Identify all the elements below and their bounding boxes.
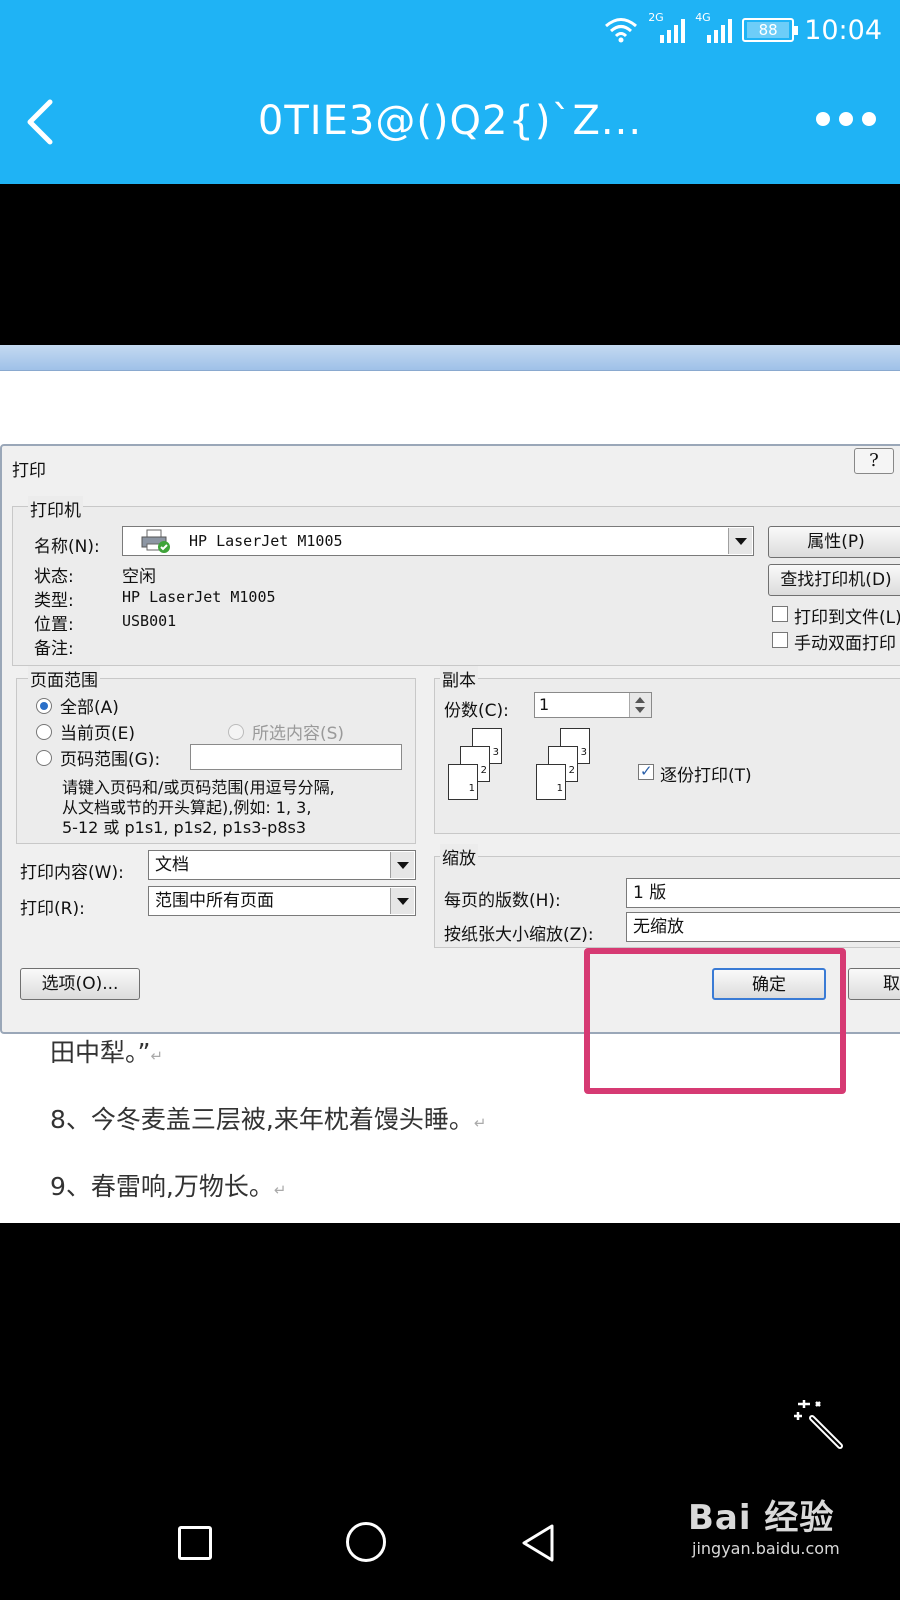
- print-to-file-checkbox[interactable]: [772, 606, 788, 622]
- type-value: HP LaserJet M1005: [122, 588, 276, 606]
- network-type-2: 4G: [695, 11, 711, 24]
- page-title: 0TIE3@()Q2{)`Z...: [257, 98, 643, 144]
- where-value: USB001: [122, 612, 177, 630]
- nav-home-icon[interactable]: [346, 1522, 386, 1562]
- copies-spinner[interactable]: [629, 693, 651, 717]
- status-value: 空闲: [122, 567, 156, 587]
- wifi-icon: [605, 18, 638, 43]
- range-pages-radio[interactable]: [36, 750, 52, 766]
- watermark-url: jingyan.baidu.com: [692, 1539, 840, 1558]
- signal-icon: 4G: [695, 11, 733, 43]
- page-stack-icon: 3 2 1: [534, 728, 594, 800]
- range-pages-label[interactable]: 页码范围(G):: [60, 745, 160, 770]
- copies-group-label: 副本: [440, 666, 478, 691]
- status-label: 状态:: [34, 567, 74, 587]
- chevron-down-icon[interactable]: [728, 528, 752, 554]
- page-stack-icon: 3 2 1: [446, 728, 506, 800]
- scale-select[interactable]: 无缩放: [626, 912, 900, 942]
- range-all-label[interactable]: 全部(A): [60, 693, 119, 718]
- battery-icon: 88: [742, 18, 799, 42]
- status-bar: 2G 4G 88 10:04: [604, 11, 882, 48]
- comment-label: 备注:: [34, 639, 74, 659]
- range-hint-line3: 5-12 或 p1s1, p1s2, p1s3-p8s3: [62, 818, 307, 837]
- collate-checkbox[interactable]: [638, 762, 654, 780]
- dialog-title: 打印: [12, 461, 46, 481]
- nav-back-icon[interactable]: [518, 1522, 558, 1564]
- scale-label: 按纸张大小缩放(Z):: [444, 925, 594, 945]
- page-range-input[interactable]: [190, 744, 402, 770]
- doc-line-2: 8、今冬麦盖三层被,来年枕着馒头睡。↵: [50, 1105, 487, 1134]
- manual-duplex-checkbox[interactable]: [772, 632, 788, 648]
- clock: 10:04: [804, 14, 882, 46]
- options-button[interactable]: 选项(O)...: [20, 968, 140, 1000]
- range-current-radio[interactable]: [36, 724, 52, 740]
- back-icon[interactable]: [20, 96, 64, 148]
- window-ribbon-edge: [0, 345, 900, 371]
- print-to-file-label[interactable]: 打印到文件(L): [794, 603, 900, 628]
- network-type-1: 2G: [648, 11, 664, 24]
- baidu-watermark: Bai 经验 jingyan.baidu.com: [688, 1490, 840, 1558]
- range-current-label[interactable]: 当前页(E): [60, 719, 135, 744]
- battery-level: 88: [747, 22, 790, 38]
- print-what-label: 打印内容(W):: [20, 863, 124, 883]
- name-label: 名称(N):: [34, 537, 100, 557]
- printer-icon: [141, 529, 170, 553]
- collate-label[interactable]: 逐份打印(T): [660, 761, 752, 786]
- help-button[interactable]: ?: [854, 448, 894, 474]
- copies-value: 1: [539, 695, 550, 714]
- signal-icon: 2G: [648, 11, 686, 43]
- printer-group-label: 打印机: [28, 496, 83, 521]
- nav-recent-icon[interactable]: [178, 1526, 212, 1560]
- copies-label: 份数(C):: [444, 701, 509, 721]
- print-label: 打印(R):: [20, 899, 85, 919]
- manual-duplex-label[interactable]: 手动双面打印: [794, 629, 896, 654]
- range-selection-label: 所选内容(S): [252, 724, 345, 744]
- more-icon[interactable]: [816, 112, 876, 126]
- doc-line-1: 田中犁。”↵: [50, 1038, 164, 1067]
- watermark-logo: Bai 经验: [688, 1498, 835, 1538]
- find-printer-button[interactable]: 查找打印机(D): [768, 564, 900, 596]
- type-label: 类型:: [34, 591, 74, 611]
- range-all-radio[interactable]: [36, 698, 52, 714]
- chevron-down-icon[interactable]: [390, 852, 414, 878]
- print-dialog: 打印 ? 打印机 名称(N): HP LaserJet M1005 属性(P) …: [0, 444, 900, 1034]
- pages-per-sheet-select[interactable]: 1 版: [626, 878, 900, 908]
- printer-name-select[interactable]: HP LaserJet M1005: [122, 526, 754, 556]
- print-pages-select[interactable]: 范围中所有页面: [148, 886, 416, 916]
- zoom-group-label: 缩放: [440, 844, 478, 869]
- app-bar: 2G 4G 88 10:04 0TIE3@()Q2{)`Z...: [0, 0, 900, 184]
- doc-line-3: 9、春雷响,万物长。↵: [50, 1172, 287, 1201]
- where-label: 位置:: [34, 615, 74, 635]
- range-selection-radio: [228, 724, 244, 740]
- page-range-label: 页面范围: [28, 666, 100, 691]
- copies-input[interactable]: 1: [534, 692, 652, 718]
- print-what-select[interactable]: 文档: [148, 850, 416, 880]
- cancel-button[interactable]: 取消: [848, 968, 900, 1000]
- printer-name-value: HP LaserJet M1005: [189, 532, 343, 550]
- chevron-down-icon[interactable]: [390, 888, 414, 914]
- pages-per-sheet-label: 每页的版数(H):: [444, 891, 561, 911]
- highlight-box: [584, 948, 846, 1094]
- magic-wand-icon[interactable]: [790, 1396, 848, 1454]
- properties-button[interactable]: 属性(P): [768, 526, 900, 558]
